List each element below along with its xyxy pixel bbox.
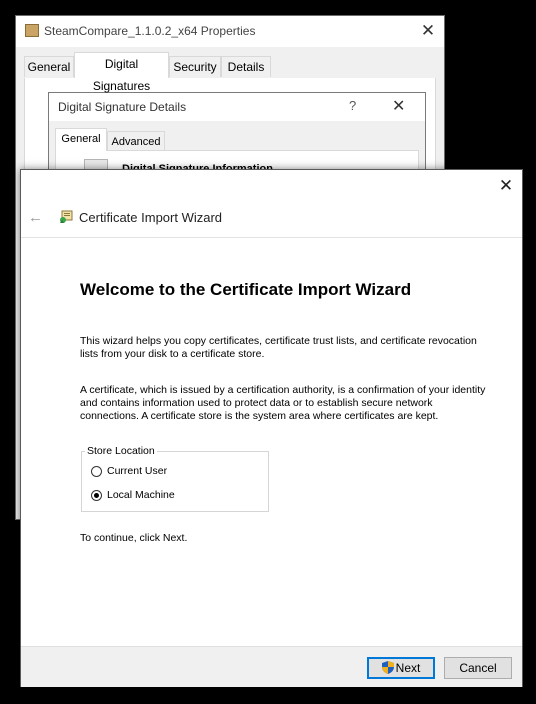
tab-security[interactable]: Security	[169, 56, 221, 77]
signature-details-close-icon[interactable]: ✕	[392, 96, 405, 116]
store-location-legend: Store Location	[85, 445, 157, 457]
tab-dsd-general[interactable]: General	[55, 128, 107, 151]
tab-general[interactable]: General	[24, 56, 74, 77]
continue-instruction: To continue, click Next.	[80, 532, 188, 544]
properties-titlebar[interactable]: SteamCompare_1.1.0.2_x64 Properties ✕	[16, 16, 444, 47]
help-icon[interactable]: ?	[349, 98, 356, 113]
local-machine-label: Local Machine	[107, 489, 175, 501]
certificate-import-wizard: ✕ ← Certificate Import Wizard Welcome to…	[20, 169, 523, 687]
package-icon	[25, 24, 39, 37]
wizard-header: ← Certificate Import Wizard	[21, 203, 522, 237]
certificate-wizard-icon	[60, 210, 73, 223]
properties-title: SteamCompare_1.1.0.2_x64 Properties	[44, 24, 256, 38]
intro-paragraph: This wizard helps you copy certificates,…	[80, 335, 477, 360]
tab-digital-signatures[interactable]: Digital Signatures	[74, 52, 169, 93]
welcome-heading: Welcome to the Certificate Import Wizard	[80, 280, 412, 299]
radio-button[interactable]	[91, 466, 102, 477]
wizard-title: Certificate Import Wizard	[79, 210, 223, 225]
current-user-label: Current User	[107, 465, 168, 477]
radio-button-selected[interactable]	[91, 490, 102, 501]
properties-tabs: General Digital Signatures Security Deta…	[24, 52, 436, 93]
uac-shield-icon	[381, 661, 394, 674]
wizard-footer: Next Cancel	[21, 646, 522, 687]
header-divider	[21, 237, 522, 238]
back-arrow-icon[interactable]: ←	[28, 209, 43, 226]
cancel-button[interactable]: Cancel	[444, 657, 512, 679]
certificate-explanation-paragraph: A certificate, which is issued by a cert…	[80, 384, 486, 422]
next-button[interactable]: Next	[367, 657, 435, 679]
signature-details-titlebar[interactable]: Digital Signature Details ? ✕	[49, 93, 425, 121]
wizard-close-icon[interactable]: ✕	[495, 175, 517, 197]
signature-details-title: Digital Signature Details	[58, 100, 187, 114]
next-label: Next	[395, 661, 421, 675]
store-location-group	[81, 451, 269, 512]
tab-details[interactable]: Details	[221, 56, 271, 77]
properties-close-icon[interactable]: ✕	[415, 19, 441, 43]
